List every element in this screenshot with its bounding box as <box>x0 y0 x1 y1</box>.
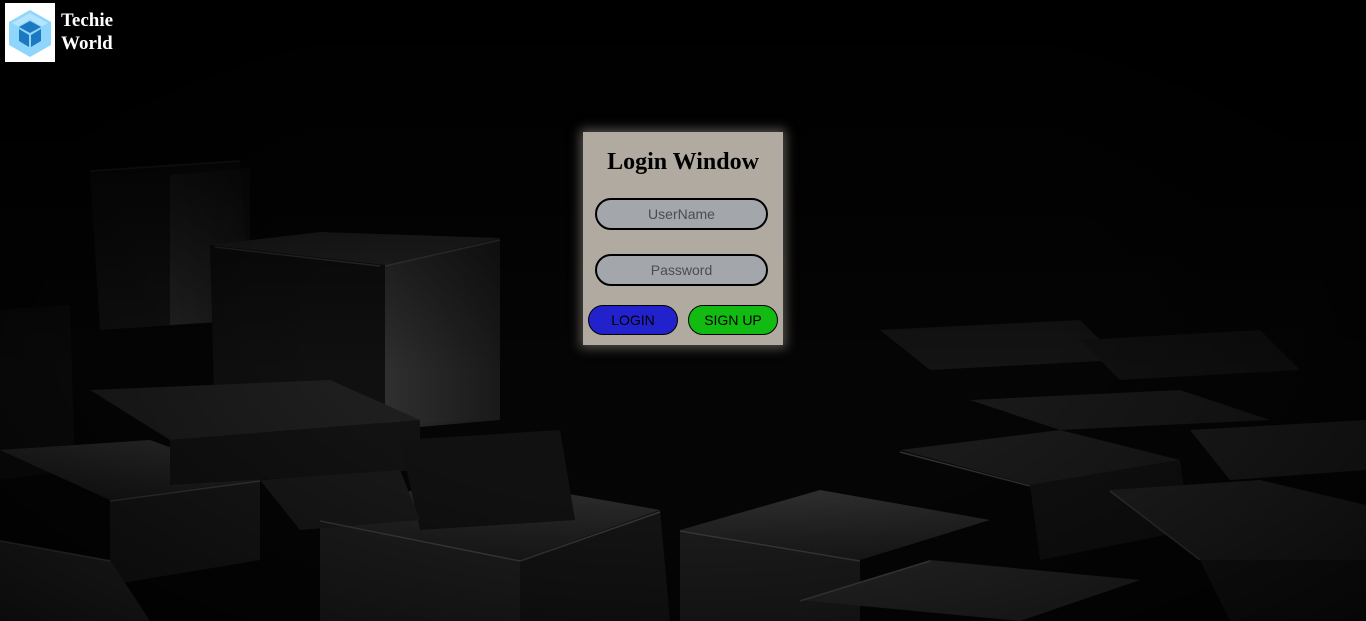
brand-name-line2: World <box>61 33 113 54</box>
login-button[interactable]: LOGIN <box>588 305 678 335</box>
brand-name: Techie World <box>61 9 121 55</box>
login-title: Login Window <box>607 149 759 175</box>
brand-name-line1: Techie <box>61 10 114 31</box>
username-input[interactable] <box>595 198 768 230</box>
brand[interactable]: Techie World <box>5 3 121 62</box>
password-input[interactable] <box>595 254 768 286</box>
login-panel: Login Window LOGIN SIGN UP <box>583 132 783 345</box>
signup-button[interactable]: SIGN UP <box>688 305 778 335</box>
cube-icon <box>5 3 55 62</box>
